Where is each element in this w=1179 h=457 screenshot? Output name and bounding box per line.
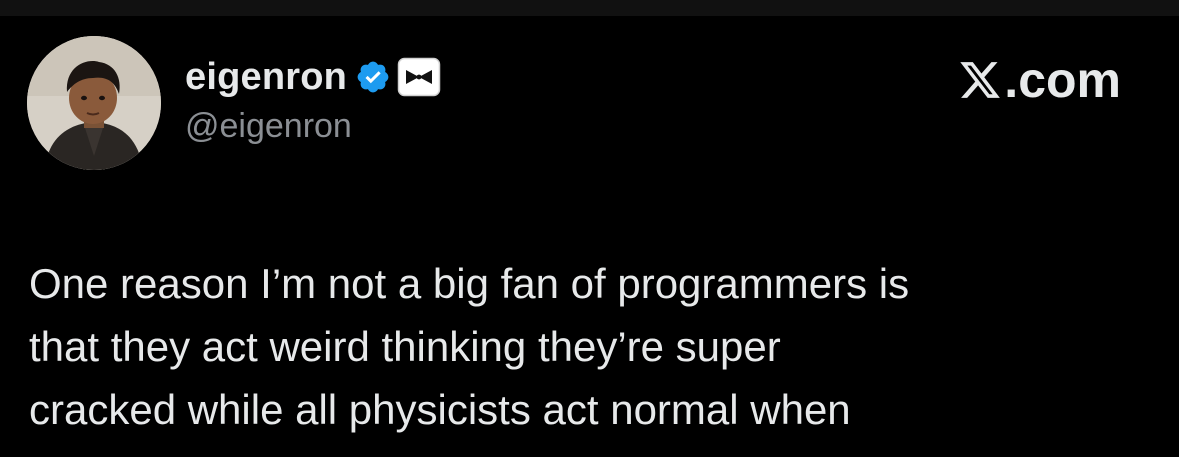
top-strip — [0, 0, 1179, 16]
tweet-line: One reason I’m not a big fan of programm… — [29, 260, 910, 307]
name-row: eigenron — [185, 52, 441, 102]
brand-label: .com — [1004, 52, 1121, 108]
tweet-line: that they act weird thinking they’re sup… — [29, 323, 781, 370]
avatar-image — [27, 36, 161, 170]
tweet-header: eigenron @eigenron — [185, 52, 441, 146]
x-logo-icon — [960, 62, 1001, 98]
verified-badge-icon — [357, 61, 389, 93]
display-name[interactable]: eigenron — [185, 52, 347, 102]
tweet-text: One reason I’m not a big fan of programm… — [29, 252, 1149, 441]
tweet-line: cracked while all physicists act normal … — [29, 386, 851, 433]
affiliate-badge-icon — [397, 57, 441, 97]
handle[interactable]: @eigenron — [185, 106, 441, 146]
avatar[interactable] — [27, 36, 161, 170]
brand-watermark: .com — [958, 52, 1121, 108]
